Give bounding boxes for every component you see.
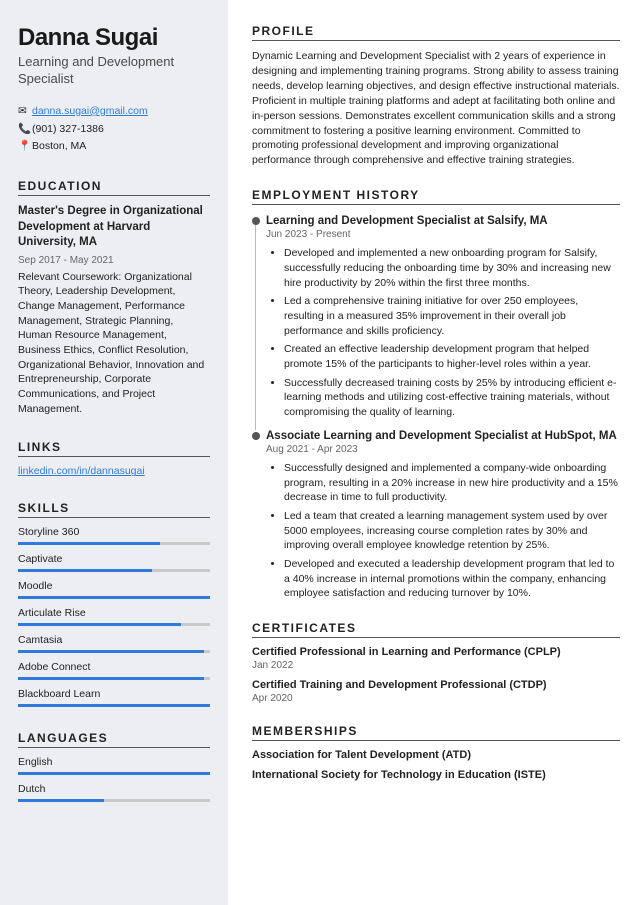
- skill-label: Adobe Connect: [18, 661, 210, 673]
- language-bar-fill: [18, 772, 210, 775]
- languages-heading: LANGUAGES: [18, 731, 210, 748]
- job-bullet: Led a comprehensive training initiative …: [284, 294, 620, 338]
- certificates-list: Certified Professional in Learning and P…: [252, 646, 620, 704]
- memberships-list: Association for Talent Development (ATD)…: [252, 749, 620, 781]
- skill-bar-fill: [18, 596, 210, 599]
- person-title: Learning and Development Specialist: [18, 54, 210, 88]
- language-bar-fill: [18, 799, 104, 802]
- contact-phone: 📞 (901) 327-1386: [18, 122, 210, 138]
- skill-bar-fill: [18, 542, 160, 545]
- language-row: Dutch: [18, 783, 210, 802]
- job-dates: Aug 2021 - Apr 2023: [266, 444, 620, 455]
- main-column: PROFILE Dynamic Learning and Development…: [228, 0, 640, 905]
- job-title: Associate Learning and Development Speci…: [266, 430, 620, 442]
- phone-text: (901) 327-1386: [32, 122, 104, 138]
- skills-heading: SKILLS: [18, 501, 210, 518]
- skill-label: Articulate Rise: [18, 607, 210, 619]
- contact-location: 📍 Boston, MA: [18, 139, 210, 155]
- job-bullet: Created an effective leadership developm…: [284, 342, 620, 371]
- skill-bar: [18, 623, 210, 626]
- location-icon: 📍: [18, 139, 32, 155]
- skill-bar-fill: [18, 650, 204, 653]
- education-dates: Sep 2017 - May 2021: [18, 255, 210, 266]
- skill-bar: [18, 569, 210, 572]
- skill-bar-fill: [18, 623, 181, 626]
- job-bullet: Led a team that created a learning manag…: [284, 509, 620, 553]
- phone-icon: 📞: [18, 122, 32, 138]
- language-bar: [18, 772, 210, 775]
- language-row: English: [18, 756, 210, 775]
- certificate-title: Certified Training and Development Profe…: [252, 679, 620, 691]
- job-bullets: Developed and implemented a new onboardi…: [266, 246, 620, 420]
- employment-heading: EMPLOYMENT HISTORY: [252, 188, 620, 205]
- resume-page: Danna Sugai Learning and Development Spe…: [0, 0, 640, 905]
- education-degree: Master's Degree in Organizational Develo…: [18, 204, 210, 251]
- skill-label: Blackboard Learn: [18, 688, 210, 700]
- contact-block: ✉ danna.sugai@gmail.com 📞 (901) 327-1386…: [18, 104, 210, 155]
- timeline-line: [255, 225, 256, 430]
- job-entry: Associate Learning and Development Speci…: [252, 430, 620, 601]
- skill-row: Adobe Connect: [18, 661, 210, 680]
- person-name: Danna Sugai: [18, 24, 210, 52]
- certificate-entry: Certified Professional in Learning and P…: [252, 646, 620, 671]
- language-label: English: [18, 756, 210, 768]
- job-bullet: Successfully decreased training costs by…: [284, 376, 620, 420]
- skill-row: Captivate: [18, 553, 210, 572]
- job-entry: Learning and Development Specialist at S…: [252, 215, 620, 420]
- profile-heading: PROFILE: [252, 24, 620, 41]
- job-title: Learning and Development Specialist at S…: [266, 215, 620, 227]
- education-coursework: Relevant Coursework: Organizational Theo…: [18, 270, 210, 417]
- location-text: Boston, MA: [32, 139, 86, 155]
- skill-row: Moodle: [18, 580, 210, 599]
- jobs-list: Learning and Development Specialist at S…: [252, 215, 620, 601]
- languages-list: English Dutch: [18, 756, 210, 802]
- skill-label: Moodle: [18, 580, 210, 592]
- skill-label: Camtasia: [18, 634, 210, 646]
- job-bullet: Developed and executed a leadership deve…: [284, 557, 620, 601]
- job-bullet: Developed and implemented a new onboardi…: [284, 246, 620, 290]
- skill-bar-fill: [18, 704, 210, 707]
- skills-list: Storyline 360 Captivate Moodle Articulate R…: [18, 526, 210, 707]
- links-heading: LINKS: [18, 440, 210, 457]
- job-bullets: Successfully designed and implemented a …: [266, 461, 620, 601]
- language-label: Dutch: [18, 783, 210, 795]
- skill-row: Blackboard Learn: [18, 688, 210, 707]
- skill-row: Articulate Rise: [18, 607, 210, 626]
- membership-title: Association for Talent Development (ATD): [252, 749, 620, 761]
- skill-bar-fill: [18, 569, 152, 572]
- certificate-date: Apr 2020: [252, 693, 620, 704]
- email-link[interactable]: danna.sugai@gmail.com: [32, 104, 148, 120]
- skill-bar: [18, 542, 210, 545]
- skill-row: Storyline 360: [18, 526, 210, 545]
- education-heading: EDUCATION: [18, 179, 210, 196]
- certificate-entry: Certified Training and Development Profe…: [252, 679, 620, 704]
- contact-email: ✉ danna.sugai@gmail.com: [18, 104, 210, 120]
- job-bullet: Successfully designed and implemented a …: [284, 461, 620, 505]
- profile-text: Dynamic Learning and Development Special…: [252, 49, 620, 168]
- email-icon: ✉: [18, 104, 32, 120]
- language-bar: [18, 799, 210, 802]
- linkedin-link[interactable]: linkedin.com/in/dannasugai: [18, 465, 145, 477]
- skill-bar-fill: [18, 677, 204, 680]
- certificate-date: Jan 2022: [252, 660, 620, 671]
- skill-row: Camtasia: [18, 634, 210, 653]
- skill-bar: [18, 596, 210, 599]
- skill-label: Storyline 360: [18, 526, 210, 538]
- skill-bar: [18, 704, 210, 707]
- job-dates: Jun 2023 - Present: [266, 229, 620, 240]
- certificate-title: Certified Professional in Learning and P…: [252, 646, 620, 658]
- certificates-heading: CERTIFICATES: [252, 621, 620, 638]
- skill-bar: [18, 650, 210, 653]
- skill-label: Captivate: [18, 553, 210, 565]
- memberships-heading: MEMBERSHIPS: [252, 724, 620, 741]
- membership-title: International Society for Technology in …: [252, 769, 620, 781]
- sidebar: Danna Sugai Learning and Development Spe…: [0, 0, 228, 905]
- skill-bar: [18, 677, 210, 680]
